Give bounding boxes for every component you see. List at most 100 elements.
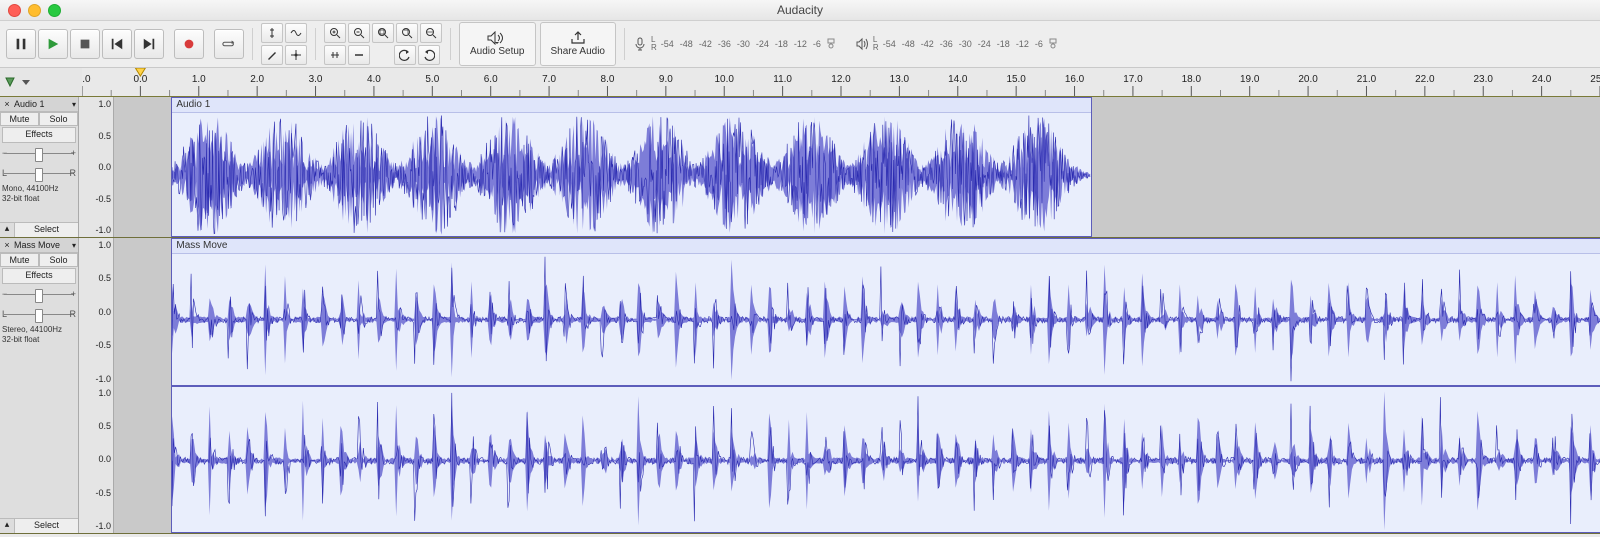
solo-button[interactable]: Solo xyxy=(39,112,78,126)
svg-text:9.0: 9.0 xyxy=(659,74,673,85)
svg-text:19.0: 19.0 xyxy=(1240,74,1260,85)
share-audio-label: Share Audio xyxy=(551,46,606,57)
effects-button[interactable]: Effects xyxy=(2,127,76,143)
envelope-tool[interactable] xyxy=(285,23,307,43)
zoom-out-button[interactable] xyxy=(348,23,370,43)
amplitude-scale: 1.00.50.0-0.5-1.0 xyxy=(79,386,114,534)
svg-text:4.0: 4.0 xyxy=(367,74,381,85)
svg-text:6.0: 6.0 xyxy=(484,74,498,85)
svg-text:25.0: 25.0 xyxy=(1590,74,1600,85)
svg-text:12.0: 12.0 xyxy=(831,74,851,85)
playback-meter[interactable]: LR -54-48-42-36-30-24-18-12-6 xyxy=(855,36,1059,52)
mute-button[interactable]: Mute xyxy=(0,253,39,267)
svg-text:13.0: 13.0 xyxy=(890,74,910,85)
waveform-area[interactable]: Mass Move xyxy=(114,238,1600,386)
svg-text:5.0: 5.0 xyxy=(425,74,439,85)
clip-label[interactable]: Mass Move xyxy=(172,239,1600,254)
ruler-options[interactable] xyxy=(0,68,82,96)
pan-slider[interactable]: LR xyxy=(4,307,74,323)
pan-slider[interactable]: LR xyxy=(4,166,74,182)
track-collapse-button[interactable]: ▴ xyxy=(0,223,15,237)
svg-text:10.0: 10.0 xyxy=(715,74,735,85)
pause-button[interactable] xyxy=(6,29,36,59)
selection-tool[interactable] xyxy=(261,23,283,43)
edit-tools xyxy=(261,23,307,65)
svg-text:7.0: 7.0 xyxy=(542,74,556,85)
gain-slider[interactable]: −+ xyxy=(4,287,74,303)
transport-controls xyxy=(6,29,244,59)
record-button[interactable] xyxy=(174,29,204,59)
play-button[interactable] xyxy=(38,29,68,59)
waveform-area[interactable] xyxy=(114,386,1600,534)
trim-button[interactable] xyxy=(324,45,346,65)
window-title: Audacity xyxy=(0,3,1600,17)
zoom-toggle-button[interactable] xyxy=(420,23,442,43)
microphone-icon xyxy=(633,37,647,51)
svg-text:-1.0: -1.0 xyxy=(82,74,91,85)
svg-text:20.0: 20.0 xyxy=(1298,74,1318,85)
audio-setup-label: Audio Setup xyxy=(470,46,525,57)
track-name[interactable]: Audio 1 xyxy=(14,99,70,109)
track-control-panel: × Mass Move ▾ Mute Solo Effects −+ LR St… xyxy=(0,238,79,533)
svg-text:21.0: 21.0 xyxy=(1357,74,1377,85)
svg-text:24.0: 24.0 xyxy=(1532,74,1552,85)
zoom-tools xyxy=(324,23,442,65)
loop-button[interactable] xyxy=(214,29,244,59)
tracks-area: × Audio 1 ▾ Mute Solo Effects −+ LR Mono… xyxy=(0,97,1600,534)
fit-project-button[interactable] xyxy=(396,23,418,43)
track-format-info: Mono, 44100Hz xyxy=(0,184,78,194)
close-track-button[interactable]: × xyxy=(2,99,12,109)
track-name[interactable]: Mass Move xyxy=(14,240,70,250)
track-header[interactable]: × Mass Move ▾ xyxy=(0,238,78,253)
skip-end-button[interactable] xyxy=(134,29,164,59)
skip-start-button[interactable] xyxy=(102,29,132,59)
record-meter-dropdown-icon xyxy=(825,38,837,50)
audio-clip[interactable]: Mass Move xyxy=(171,238,1600,386)
titlebar: Audacity xyxy=(0,0,1600,21)
svg-text:3.0: 3.0 xyxy=(309,74,323,85)
close-track-button[interactable]: × xyxy=(2,240,12,250)
clip-label[interactable]: Audio 1 xyxy=(172,98,1090,113)
silence-button[interactable] xyxy=(348,45,370,65)
svg-text:16.0: 16.0 xyxy=(1065,74,1085,85)
track-format-info: Stereo, 44100Hz xyxy=(0,325,78,335)
play-meter-dropdown-icon xyxy=(1047,38,1059,50)
share-audio-button[interactable]: Share Audio xyxy=(540,22,617,66)
gain-slider[interactable]: −+ xyxy=(4,146,74,162)
svg-text:1.0: 1.0 xyxy=(192,74,206,85)
audio-setup-button[interactable]: Audio Setup xyxy=(459,22,536,66)
audio-clip[interactable] xyxy=(171,386,1600,534)
stop-button[interactable] xyxy=(70,29,100,59)
time-ruler-row: -1.00.01.02.03.04.05.06.07.08.09.010.011… xyxy=(0,68,1600,97)
track-menu-icon[interactable]: ▾ xyxy=(72,100,76,109)
audio-clip[interactable]: Audio 1 xyxy=(171,97,1091,237)
track-select-button[interactable]: Select xyxy=(15,519,78,533)
svg-text:17.0: 17.0 xyxy=(1123,74,1143,85)
effects-button[interactable]: Effects xyxy=(2,268,76,284)
undo-button[interactable] xyxy=(394,45,416,65)
svg-text:23.0: 23.0 xyxy=(1474,74,1494,85)
svg-text:15.0: 15.0 xyxy=(1006,74,1026,85)
svg-text:22.0: 22.0 xyxy=(1415,74,1435,85)
waveform-area[interactable]: Audio 1 xyxy=(114,97,1600,237)
solo-button[interactable]: Solo xyxy=(39,253,78,267)
track: × Audio 1 ▾ Mute Solo Effects −+ LR Mono… xyxy=(0,97,1600,238)
track-collapse-button[interactable]: ▴ xyxy=(0,519,15,533)
speaker-icon xyxy=(855,37,869,51)
pin-icon xyxy=(4,76,16,88)
svg-text:14.0: 14.0 xyxy=(948,74,968,85)
mute-button[interactable]: Mute xyxy=(0,112,39,126)
fit-selection-button[interactable] xyxy=(372,23,394,43)
time-ruler[interactable]: -1.00.01.02.03.04.05.06.07.08.09.010.011… xyxy=(82,68,1600,96)
svg-text:11.0: 11.0 xyxy=(773,74,792,85)
track-menu-icon[interactable]: ▾ xyxy=(72,241,76,250)
draw-tool[interactable] xyxy=(261,45,283,65)
track-header[interactable]: × Audio 1 ▾ xyxy=(0,97,78,112)
zoom-in-button[interactable] xyxy=(324,23,346,43)
svg-text:18.0: 18.0 xyxy=(1182,74,1202,85)
multi-tool[interactable] xyxy=(285,45,307,65)
track-select-button[interactable]: Select xyxy=(15,223,78,237)
track-bitdepth-info: 32-bit float xyxy=(0,335,78,345)
redo-button[interactable] xyxy=(418,45,440,65)
recording-meter[interactable]: LR -54-48-42-36-30-24-18-12-6 xyxy=(633,36,837,52)
